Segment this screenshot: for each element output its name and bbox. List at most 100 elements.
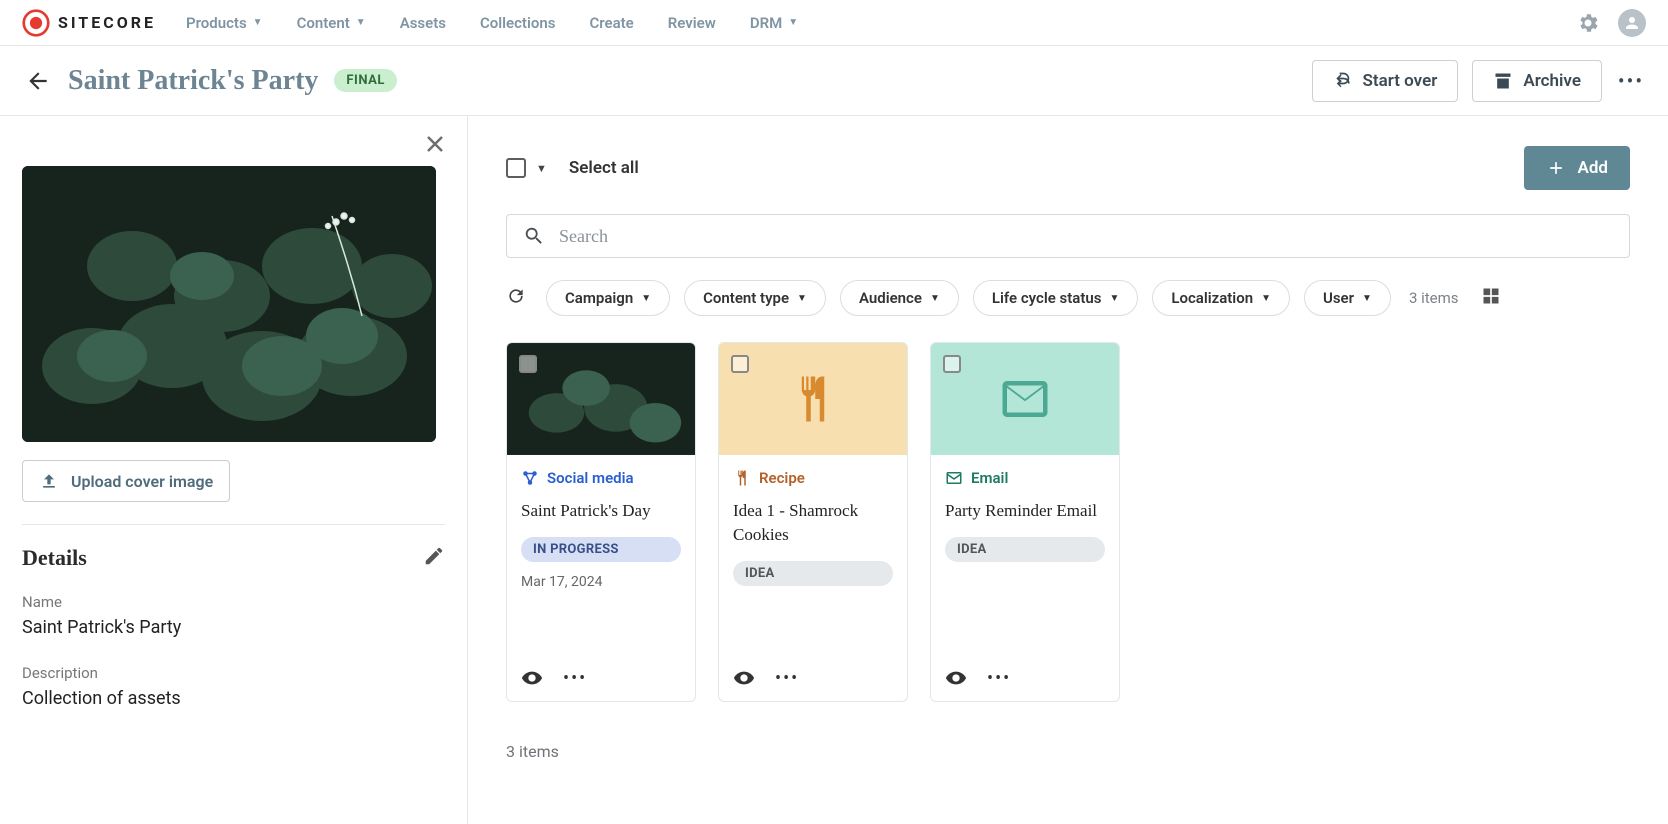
card-more-button[interactable]: ••• (563, 668, 587, 689)
chevron-down-icon: ▼ (930, 293, 940, 304)
person-icon (1623, 14, 1641, 32)
card-type: Social media (521, 469, 681, 487)
select-all-label: Select all (569, 158, 639, 178)
cutlery-icon (786, 372, 840, 426)
select-all-checkbox[interactable] (506, 158, 526, 178)
refresh-button[interactable] (506, 286, 526, 310)
name-value: Saint Patrick's Party (22, 617, 445, 638)
mail-icon (998, 372, 1052, 426)
content-card[interactable]: Recipe Idea 1 - Shamrock Cookies IDEA ••… (718, 342, 908, 702)
sitecore-logo-icon (22, 9, 50, 37)
archive-button[interactable]: Archive (1472, 60, 1602, 102)
top-nav: SITECORE Products▼ Content▼ Assets Colle… (0, 0, 1668, 46)
preview-icon[interactable] (945, 667, 967, 689)
start-over-button[interactable]: Start over (1312, 60, 1459, 102)
mail-small-icon (945, 469, 963, 487)
add-button[interactable]: Add (1524, 146, 1631, 190)
page-title: Saint Patrick's Party (68, 65, 318, 97)
chevron-down-icon: ▼ (356, 17, 366, 28)
list-toolbar: ▼ Select all Add (506, 146, 1630, 190)
card-thumbnail (507, 343, 695, 455)
card-more-button[interactable]: ••• (775, 668, 799, 689)
undo-icon (1333, 71, 1353, 91)
filter-audience[interactable]: Audience▼ (840, 280, 959, 316)
card-title: Idea 1 - Shamrock Cookies (733, 499, 893, 547)
card-more-button[interactable]: ••• (987, 668, 1011, 689)
preview-icon[interactable] (521, 667, 543, 689)
filter-localization[interactable]: Localization▼ (1152, 280, 1290, 316)
status-badge: FINAL (334, 69, 397, 92)
name-label: Name (22, 593, 445, 611)
card-grid: Social media Saint Patrick's Day IN PROG… (506, 342, 1630, 702)
brand-name: SITECORE (58, 13, 156, 32)
pencil-icon (423, 545, 445, 567)
chevron-down-icon: ▼ (1362, 293, 1372, 304)
card-type: Recipe (733, 469, 893, 487)
description-value: Collection of assets (22, 688, 445, 709)
card-thumbnail (931, 343, 1119, 455)
details-panel: Upload cover image Details Name Saint Pa… (0, 116, 468, 824)
chevron-down-icon: ▼ (1109, 293, 1119, 304)
card-checkbox[interactable] (943, 355, 961, 373)
clover-image (22, 166, 436, 442)
more-actions-button[interactable]: ••• (1616, 69, 1646, 93)
filter-bar: Campaign▼ Content type▼ Audience▼ Life c… (506, 280, 1630, 316)
card-title: Saint Patrick's Day (521, 499, 681, 523)
card-type: Email (945, 469, 1105, 487)
content-card[interactable]: Email Party Reminder Email IDEA ••• (930, 342, 1120, 702)
cutlery-small-icon (733, 469, 751, 487)
nav-assets[interactable]: Assets (400, 14, 446, 32)
filter-campaign[interactable]: Campaign▼ (546, 280, 670, 316)
view-toggle-button[interactable] (1481, 286, 1501, 310)
item-count: 3 items (1409, 289, 1459, 307)
footer-item-count: 3 items (506, 742, 1630, 761)
preview-icon[interactable] (733, 667, 755, 689)
card-date: Mar 17, 2024 (521, 574, 681, 590)
user-avatar[interactable] (1618, 9, 1646, 37)
description-label: Description (22, 664, 445, 682)
content-area: ▼ Select all Add Campaign▼ Content type▼… (468, 116, 1668, 824)
nav-create[interactable]: Create (589, 14, 633, 32)
chevron-down-icon: ▼ (788, 17, 798, 28)
refresh-icon (506, 286, 526, 306)
social-icon (521, 469, 539, 487)
search-icon (523, 225, 545, 247)
card-thumbnail (719, 343, 907, 455)
chevron-down-icon: ▼ (641, 293, 651, 304)
select-mode-dropdown[interactable]: ▼ (536, 162, 547, 175)
plus-icon (1546, 158, 1566, 178)
close-icon (423, 132, 447, 156)
nav-content[interactable]: Content▼ (297, 14, 366, 32)
search-box[interactable] (506, 214, 1630, 258)
chevron-down-icon: ▼ (253, 17, 263, 28)
chevron-down-icon: ▼ (1261, 293, 1271, 304)
brand-logo[interactable]: SITECORE (22, 9, 156, 37)
card-status: IN PROGRESS (521, 537, 681, 562)
grid-icon (1481, 286, 1501, 306)
filter-user[interactable]: User▼ (1304, 280, 1391, 316)
card-checkbox[interactable] (731, 355, 749, 373)
gear-icon[interactable] (1576, 11, 1600, 35)
page-header: Saint Patrick's Party FINAL Start over A… (0, 46, 1668, 116)
upload-cover-button[interactable]: Upload cover image (22, 460, 230, 502)
content-card[interactable]: Social media Saint Patrick's Day IN PROG… (506, 342, 696, 702)
edit-details-button[interactable] (423, 545, 445, 571)
upload-icon (39, 471, 59, 491)
nav-review[interactable]: Review (668, 14, 716, 32)
back-button[interactable] (22, 65, 54, 97)
archive-icon (1493, 71, 1513, 91)
nav-links: Products▼ Content▼ Assets Collections Cr… (186, 14, 798, 32)
arrow-left-icon (25, 68, 51, 94)
card-status: IDEA (733, 561, 893, 586)
card-checkbox[interactable] (519, 355, 537, 373)
cover-image (22, 166, 436, 442)
nav-collections[interactable]: Collections (480, 14, 556, 32)
filter-lifecycle[interactable]: Life cycle status▼ (973, 280, 1139, 316)
card-title: Party Reminder Email (945, 499, 1105, 523)
card-status: IDEA (945, 537, 1105, 562)
nav-products[interactable]: Products▼ (186, 14, 263, 32)
search-input[interactable] (559, 226, 1613, 247)
filter-content-type[interactable]: Content type▼ (684, 280, 826, 316)
close-panel-button[interactable] (423, 132, 447, 160)
nav-drm[interactable]: DRM▼ (750, 14, 798, 32)
